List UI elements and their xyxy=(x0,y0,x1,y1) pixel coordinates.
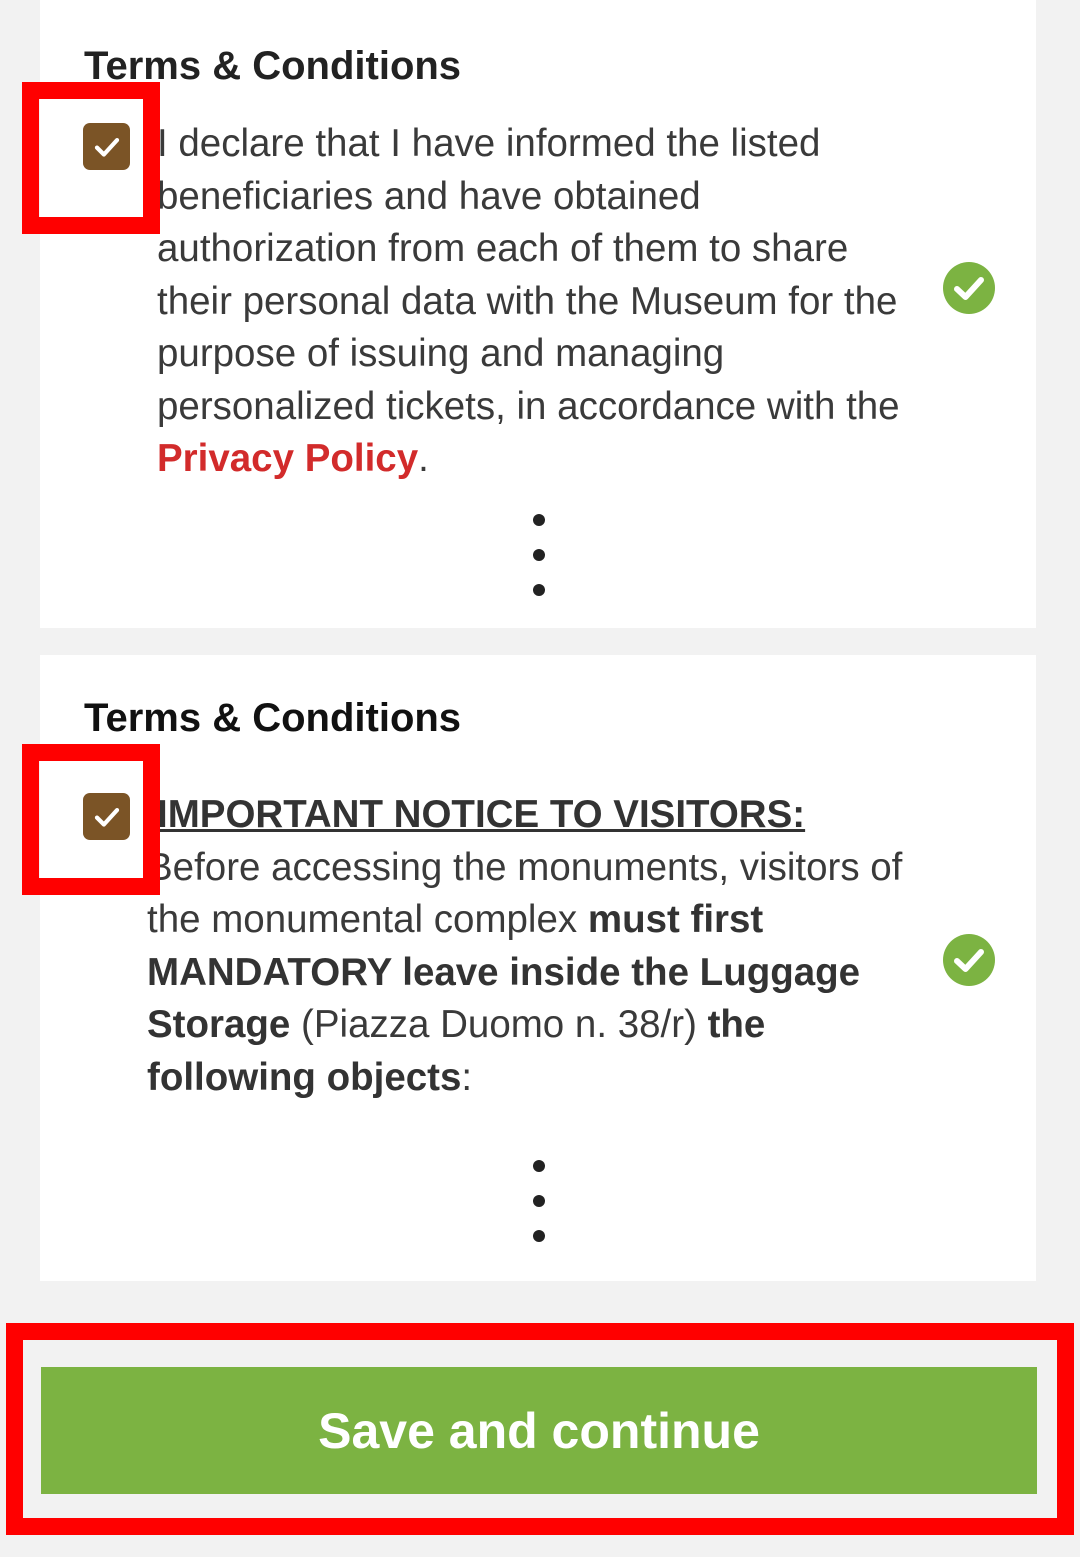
notice-text-part3: : xyxy=(461,1055,473,1099)
save-and-continue-button[interactable]: Save and continue xyxy=(41,1367,1037,1494)
privacy-consent-body: I declare that I have informed the liste… xyxy=(157,122,900,428)
terms-card-privacy: Terms & Conditions I declare that I have… xyxy=(40,0,1036,628)
check-icon xyxy=(94,807,119,827)
check-icon xyxy=(94,137,119,157)
visitor-notice-checkbox[interactable] xyxy=(83,793,130,840)
privacy-policy-link[interactable]: Privacy Policy xyxy=(157,437,418,480)
notice-title: IMPORTANT NOTICE TO VISITORS: xyxy=(157,793,806,836)
notice-text-part2: (Piazza Duomo n. 38/r) xyxy=(290,1003,708,1046)
check-circle-icon xyxy=(943,262,995,314)
terms-card-visitor-notice: Terms & Conditions IMPORTANT NOTICE TO V… xyxy=(40,655,1036,1281)
section-title: Terms & Conditions xyxy=(84,44,462,88)
visitor-notice-text: IMPORTANT NOTICE TO VISITORS: Before acce… xyxy=(147,789,937,1104)
check-circle-icon xyxy=(943,934,995,986)
privacy-consent-end: . xyxy=(418,437,429,480)
privacy-consent-checkbox[interactable] xyxy=(83,123,130,170)
vertical-dots-icon[interactable] xyxy=(532,1160,546,1246)
vertical-dots-icon[interactable] xyxy=(532,514,546,600)
section-title: Terms & Conditions xyxy=(84,696,462,740)
privacy-consent-text: I declare that I have informed the liste… xyxy=(157,118,917,486)
notice-text-part1: Before accessing the monuments, visitors… xyxy=(147,845,903,942)
